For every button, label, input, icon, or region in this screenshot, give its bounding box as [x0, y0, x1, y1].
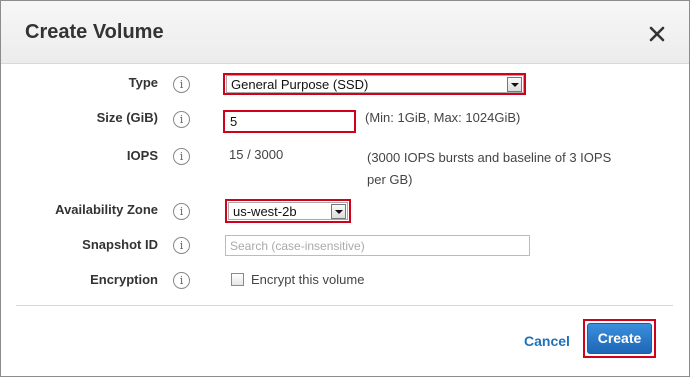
create-volume-dialog: Create Volume Type i General Purpose (SS… — [0, 0, 690, 377]
type-info-icon[interactable]: i — [173, 76, 190, 93]
close-icon[interactable] — [646, 23, 668, 45]
availability-zone-info-icon[interactable]: i — [173, 203, 190, 220]
size-input[interactable] — [226, 112, 353, 131]
encrypt-checkbox[interactable] — [231, 273, 244, 286]
encryption-label: Encryption — [90, 272, 158, 287]
availability-zone-label: Availability Zone — [55, 202, 158, 217]
snapshot-id-label: Snapshot ID — [82, 237, 158, 252]
iops-label: IOPS — [126, 148, 158, 163]
type-select-value: General Purpose (SSD) — [231, 77, 369, 92]
encryption-info-icon[interactable]: i — [173, 272, 190, 289]
dialog-header: Create Volume — [1, 1, 689, 64]
iops-value: 15 / 3000 — [229, 147, 284, 162]
iops-note: (3000 IOPS bursts and baseline of 3 IOPS… — [367, 150, 612, 187]
size-info-icon[interactable]: i — [173, 111, 190, 128]
create-button[interactable]: Create — [587, 323, 652, 354]
snapshot-id-search-input[interactable] — [225, 235, 530, 256]
availability-zone-select[interactable]: us-west-2b — [228, 202, 348, 220]
size-hint: (Min: 1GiB, Max: 1024GiB) — [365, 110, 521, 125]
dialog-title: Create Volume — [25, 21, 164, 43]
iops-info-icon[interactable]: i — [173, 148, 190, 165]
availability-zone-value: us-west-2b — [233, 204, 297, 219]
chevron-down-icon — [331, 204, 346, 219]
encrypt-checkbox-label[interactable]: Encrypt this volume — [251, 269, 364, 291]
cancel-button[interactable]: Cancel — [524, 333, 570, 349]
snapshot-id-info-icon[interactable]: i — [173, 237, 190, 254]
size-label: Size (GiB) — [96, 110, 158, 125]
footer-divider — [16, 305, 673, 306]
type-label: Type — [128, 75, 158, 90]
type-select[interactable]: General Purpose (SSD) — [226, 75, 524, 93]
chevron-down-icon — [507, 77, 522, 92]
